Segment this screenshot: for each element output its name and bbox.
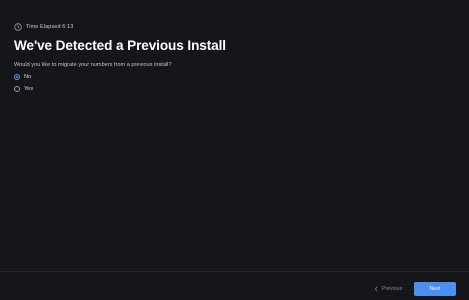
option-no-label: No bbox=[24, 74, 32, 80]
previous-button[interactable]: Previous bbox=[374, 284, 402, 294]
option-no[interactable]: No bbox=[14, 73, 31, 81]
time-elapsed-status: Time Elapsed 6:13 bbox=[14, 22, 73, 32]
time-elapsed-text: Time Elapsed 6:13 bbox=[26, 24, 74, 30]
radio-no[interactable] bbox=[14, 74, 20, 80]
clock-icon bbox=[14, 23, 22, 31]
page-title: We've Detected a Previous Install bbox=[14, 38, 226, 53]
next-label: Next bbox=[429, 286, 441, 292]
option-yes-label: Yes bbox=[24, 86, 34, 92]
migration-question: Would you like to migrate your numbers f… bbox=[14, 62, 172, 68]
footer-bar: Previous Next bbox=[0, 271, 469, 300]
next-button[interactable]: Next bbox=[414, 282, 456, 296]
option-yes[interactable]: Yes bbox=[14, 85, 33, 93]
radio-yes[interactable] bbox=[14, 86, 20, 92]
previous-label: Previous bbox=[382, 286, 403, 292]
chevron-left-icon bbox=[374, 286, 378, 292]
